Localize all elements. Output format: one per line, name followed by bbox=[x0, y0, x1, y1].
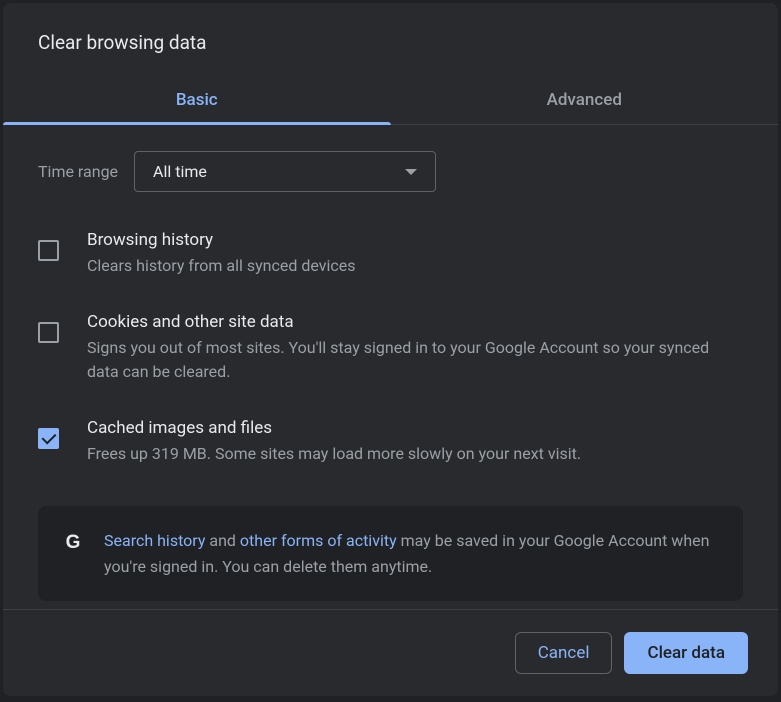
checkbox-cached[interactable] bbox=[38, 428, 59, 449]
time-range-value: All time bbox=[153, 162, 207, 181]
option-text: Cookies and other site data Signs you ou… bbox=[87, 312, 743, 384]
tabs: Basic Advanced bbox=[3, 78, 778, 125]
time-range-dropdown[interactable]: All time bbox=[134, 151, 436, 192]
cancel-button[interactable]: Cancel bbox=[515, 632, 613, 674]
option-browsing-history: Browsing history Clears history from all… bbox=[38, 210, 743, 292]
content-area: Time range All time Browsing history Cle… bbox=[3, 125, 778, 609]
checkbox-browsing-history[interactable] bbox=[38, 240, 59, 261]
option-title: Cookies and other site data bbox=[87, 312, 743, 332]
checkbox-cookies[interactable] bbox=[38, 322, 59, 343]
tab-basic[interactable]: Basic bbox=[3, 78, 391, 124]
google-icon: G bbox=[62, 532, 84, 554]
info-text: Search history and other forms of activi… bbox=[104, 528, 719, 579]
clear-data-button[interactable]: Clear data bbox=[624, 632, 748, 674]
chevron-down-icon bbox=[405, 169, 417, 175]
tab-advanced[interactable]: Advanced bbox=[391, 78, 779, 124]
option-cached: Cached images and files Frees up 319 MB.… bbox=[38, 398, 743, 480]
time-range-row: Time range All time bbox=[38, 125, 743, 210]
option-desc: Clears history from all synced devices bbox=[87, 254, 743, 278]
option-text: Cached images and files Frees up 319 MB.… bbox=[87, 418, 743, 466]
link-other-activity[interactable]: other forms of activity bbox=[240, 531, 397, 550]
option-desc: Signs you out of most sites. You'll stay… bbox=[87, 336, 743, 384]
time-range-label: Time range bbox=[38, 162, 118, 181]
option-title: Browsing history bbox=[87, 230, 743, 250]
link-search-history[interactable]: Search history bbox=[104, 531, 205, 550]
option-text: Browsing history Clears history from all… bbox=[87, 230, 743, 278]
clear-browsing-data-dialog: Clear browsing data Basic Advanced Time … bbox=[3, 3, 778, 696]
option-cookies: Cookies and other site data Signs you ou… bbox=[38, 292, 743, 398]
info-text-part: and bbox=[205, 531, 240, 550]
option-title: Cached images and files bbox=[87, 418, 743, 438]
dialog-title: Clear browsing data bbox=[3, 3, 778, 54]
dialog-footer: Cancel Clear data bbox=[3, 609, 778, 696]
info-box: G Search history and other forms of acti… bbox=[38, 506, 743, 601]
option-desc: Frees up 319 MB. Some sites may load mor… bbox=[87, 442, 743, 466]
